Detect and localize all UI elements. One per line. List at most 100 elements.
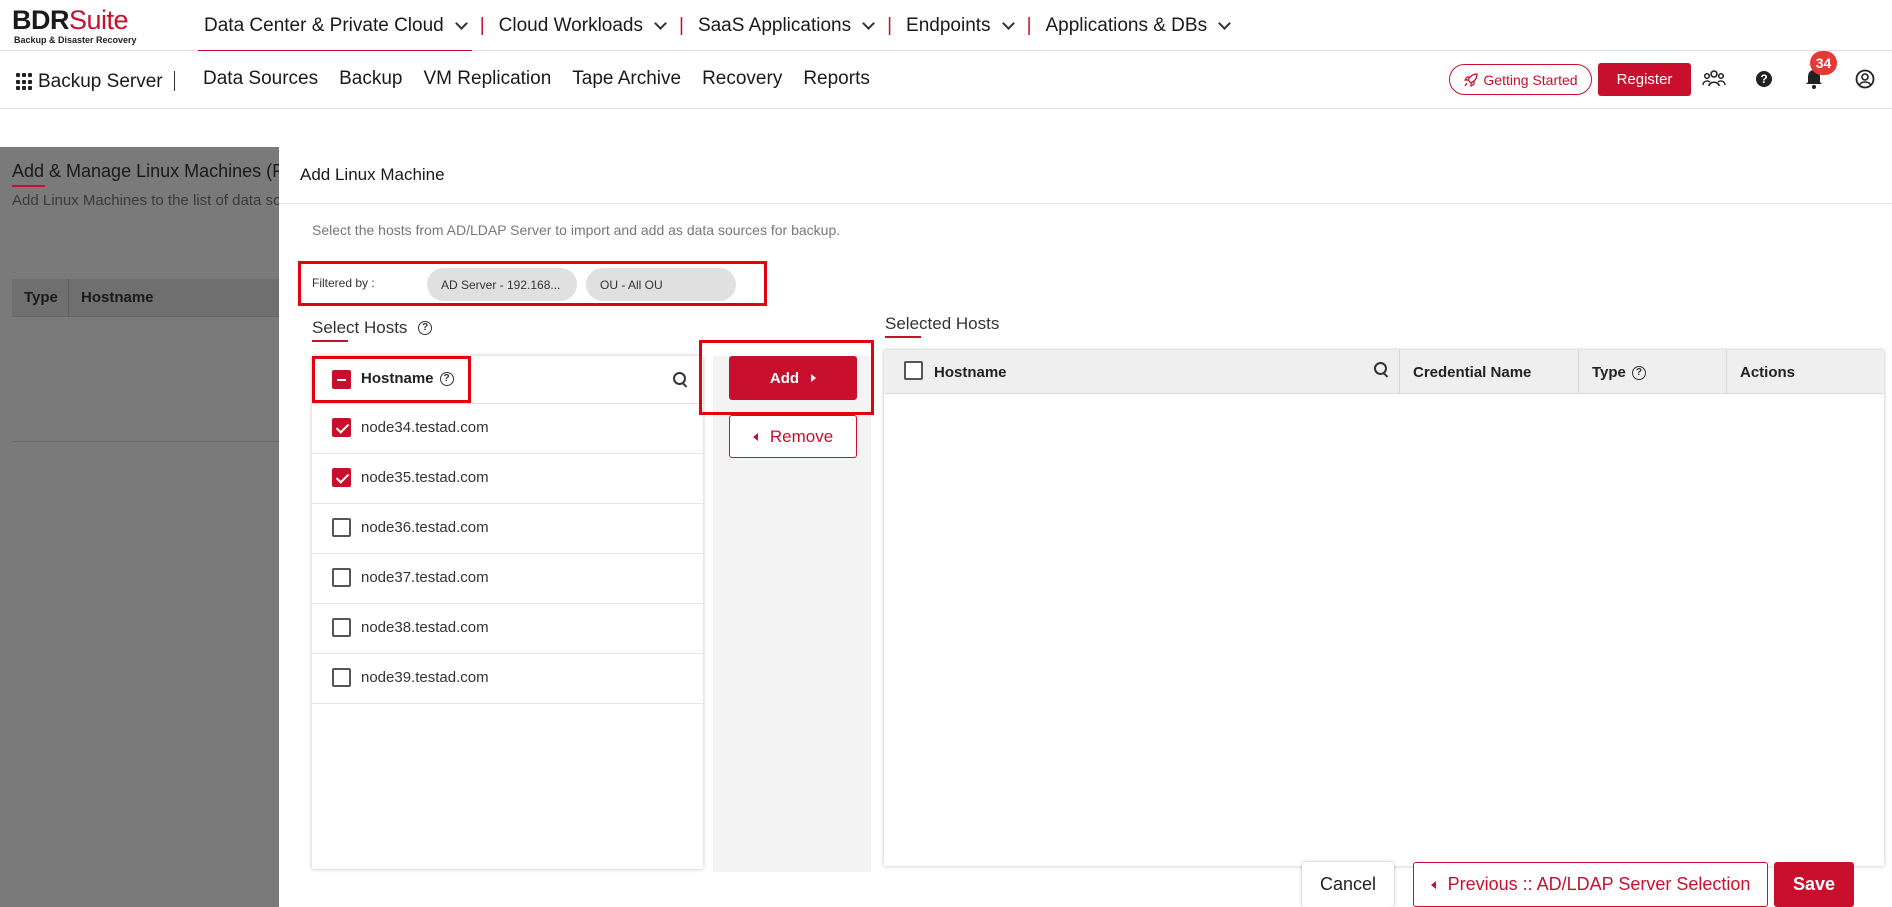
module-nav: Data Sources Backup VM Replication Tape … <box>203 68 891 90</box>
row-checkbox[interactable] <box>332 468 351 487</box>
bdrsuite-logo[interactable]: BDRSuite Backup & Disaster Recovery <box>12 6 137 45</box>
column-header-type: Type ? <box>1592 364 1646 381</box>
data-source-table-header: Type Hostname <box>12 279 280 317</box>
user-profile-icon[interactable] <box>1853 67 1877 91</box>
select-hosts-list: Hostname ? node34.testad.com node35.test… <box>312 356 703 869</box>
row-checkbox[interactable] <box>332 418 351 437</box>
search-icon[interactable] <box>673 372 689 388</box>
help-icon[interactable]: ? <box>1631 365 1646 380</box>
users-icon[interactable] <box>1702 67 1726 91</box>
page-title: Add & Manage Linux Machines (File <box>12 161 302 181</box>
filter-chip-ou[interactable]: OU - All OU <box>586 268 736 301</box>
filter-bar: Filtered by : AD Server - 192.168... OU … <box>298 261 767 306</box>
apps-grid-icon <box>16 73 34 91</box>
logo-text-suite: Suite <box>69 5 129 35</box>
divider <box>1578 350 1579 394</box>
row-checkbox[interactable] <box>332 668 351 687</box>
remove-button[interactable]: Remove <box>729 415 857 458</box>
column-header-type: Type <box>24 289 58 306</box>
chevron-down-icon <box>863 19 873 29</box>
list-item[interactable]: node35.testad.com <box>312 454 703 504</box>
hostname-label: node39.testad.com <box>361 669 489 686</box>
nav-separator: | <box>479 14 485 36</box>
list-item[interactable]: node37.testad.com <box>312 554 703 604</box>
arrow-right-icon <box>811 374 817 382</box>
top-navbar: BDRSuite Backup & Disaster Recovery Data… <box>0 0 1892 52</box>
svg-text:?: ? <box>1760 72 1767 86</box>
page-description: Add Linux Machines to the list of data s… <box>12 192 290 209</box>
nav-cloud-workloads[interactable]: Cloud Workloads <box>493 0 671 51</box>
getting-started-button[interactable]: Getting Started <box>1449 64 1592 95</box>
hostname-label: node36.testad.com <box>361 519 489 536</box>
column-header-hostname: Hostname <box>81 289 154 306</box>
nav-separator: | <box>1026 14 1032 36</box>
selected-hosts-heading: Selected Hosts <box>885 314 1000 333</box>
column-header-actions: Actions <box>1740 364 1796 381</box>
nav-data-sources[interactable]: Data Sources <box>203 68 318 90</box>
hostname-label: node37.testad.com <box>361 569 489 586</box>
help-icon[interactable]: ? <box>1752 67 1776 91</box>
select-hosts-heading: Select Hosts ? <box>312 318 433 338</box>
nav-applications-dbs[interactable]: Applications & DBs <box>1040 0 1236 51</box>
filter-chip-ad-server[interactable]: AD Server - 192.168... <box>427 268 577 301</box>
logo-tagline: Backup & Disaster Recovery <box>14 35 137 45</box>
nav-backup[interactable]: Backup <box>339 68 402 90</box>
chevron-down-icon <box>456 19 466 29</box>
list-item[interactable]: node34.testad.com <box>312 404 703 454</box>
product-nav: Data Center & Private Cloud | Cloud Work… <box>198 0 1236 52</box>
column-header-hostname: Hostname ? <box>361 370 454 387</box>
help-icon[interactable]: ? <box>418 320 433 335</box>
register-button[interactable]: Register <box>1598 63 1691 96</box>
selected-hosts-table: Hostname Credential Name Type ? Actions <box>884 350 1884 866</box>
cancel-button[interactable]: Cancel <box>1302 862 1394 907</box>
help-icon[interactable]: ? <box>439 371 454 386</box>
row-checkbox[interactable] <box>332 568 351 587</box>
hostname-label: node38.testad.com <box>361 619 489 636</box>
divider <box>1726 350 1727 394</box>
nav-endpoints[interactable]: Endpoints <box>900 0 1019 51</box>
logo-text-bdr: BDR <box>12 5 70 35</box>
hostname-label: node34.testad.com <box>361 419 489 436</box>
nav-reports[interactable]: Reports <box>803 68 870 90</box>
heading-underline <box>312 340 348 342</box>
row-checkbox[interactable] <box>332 518 351 537</box>
modal-description: Select the hosts from AD/LDAP Server to … <box>312 222 841 238</box>
chevron-down-icon <box>655 19 665 29</box>
add-linux-machine-modal: Add Linux Machine Select the hosts from … <box>279 147 1892 907</box>
divider <box>279 203 1892 204</box>
list-item[interactable]: node36.testad.com <box>312 504 703 554</box>
arrow-left-icon <box>1430 880 1436 889</box>
list-header: Hostname ? <box>312 356 703 404</box>
column-header-hostname: Hostname <box>934 364 1007 381</box>
previous-button[interactable]: Previous :: AD/LDAP Server Selection <box>1413 862 1768 907</box>
nav-separator: | <box>679 14 684 36</box>
select-all-checkbox[interactable] <box>904 361 923 380</box>
list-item[interactable]: node38.testad.com <box>312 604 703 654</box>
select-all-checkbox[interactable] <box>332 370 351 389</box>
app-switcher[interactable]: Backup Server <box>16 71 163 93</box>
nav-data-center[interactable]: Data Center & Private Cloud <box>198 0 472 52</box>
list-item[interactable]: node39.testad.com <box>312 654 703 704</box>
modal-title: Add Linux Machine <box>300 165 445 184</box>
title-underline <box>12 185 45 187</box>
chevron-down-icon <box>1219 19 1229 29</box>
nav-saas-applications[interactable]: SaaS Applications <box>692 0 879 51</box>
nav-separator: | <box>887 14 893 36</box>
notification-badge: 34 <box>1810 51 1837 75</box>
rocket-icon <box>1464 72 1479 87</box>
app-switcher-label: Backup Server <box>38 71 163 92</box>
divider <box>1399 350 1400 394</box>
nav-vm-replication[interactable]: VM Replication <box>424 68 552 90</box>
divider <box>174 71 175 91</box>
heading-underline <box>885 336 921 338</box>
add-button[interactable]: Add <box>729 356 857 400</box>
hostname-label: node35.testad.com <box>361 469 489 486</box>
table-header: Hostname Credential Name Type ? Actions <box>884 350 1884 394</box>
row-checkbox[interactable] <box>332 618 351 637</box>
search-icon[interactable] <box>1374 362 1390 378</box>
nav-tape-archive[interactable]: Tape Archive <box>572 68 681 90</box>
divider <box>12 441 280 442</box>
nav-recovery[interactable]: Recovery <box>702 68 782 90</box>
secondary-navbar: Backup Server Data Sources Backup VM Rep… <box>0 51 1892 109</box>
save-button[interactable]: Save <box>1774 862 1854 907</box>
